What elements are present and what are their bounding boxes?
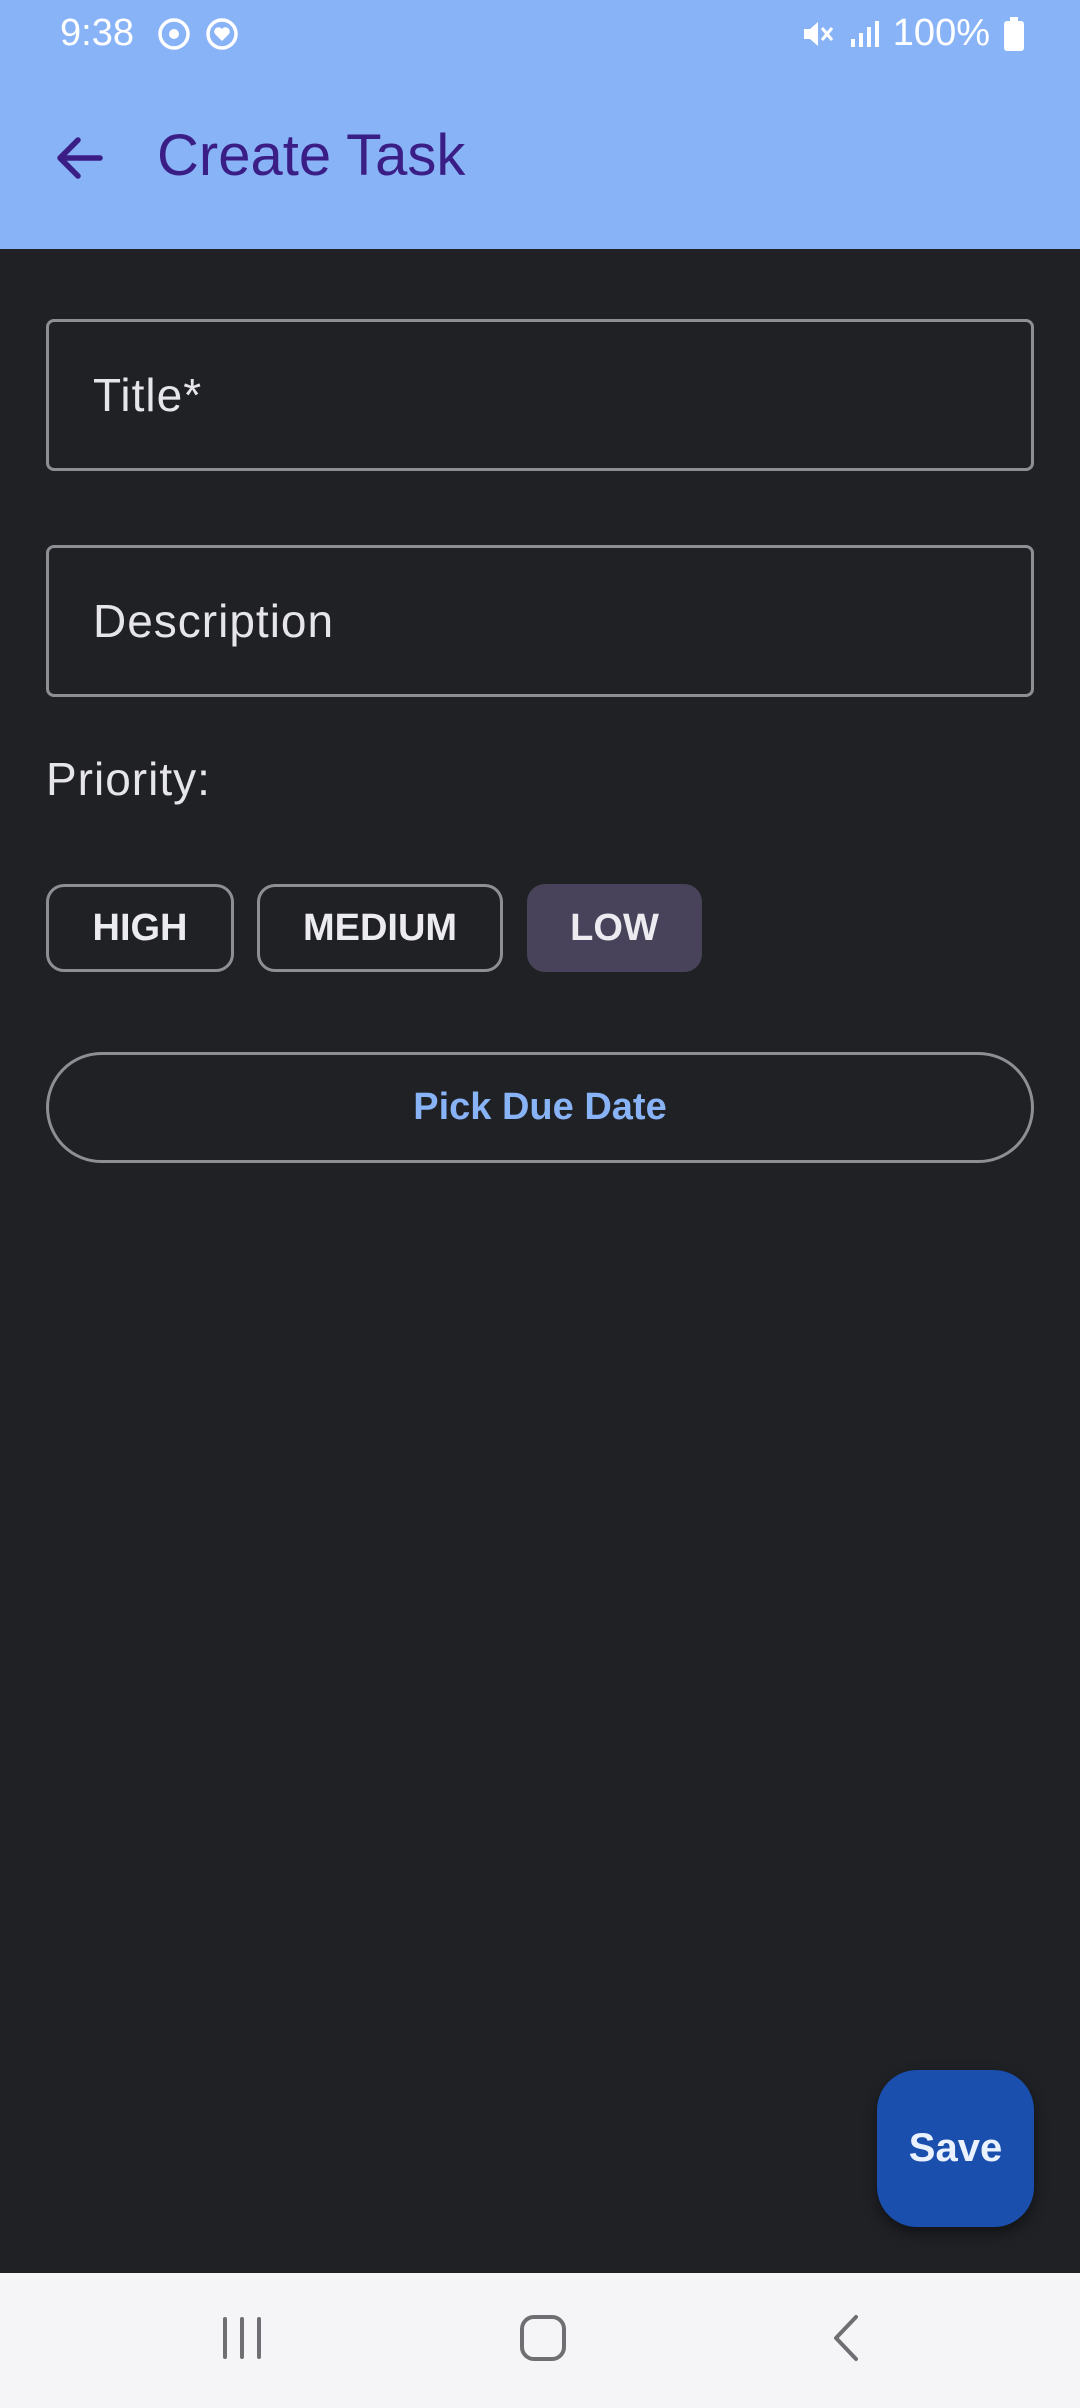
- app-bar: Create Task: [0, 70, 1080, 249]
- system-nav-bar: [0, 2273, 1080, 2408]
- title-field[interactable]: [46, 319, 1034, 471]
- recents-icon: [217, 2313, 267, 2368]
- save-button[interactable]: Save: [877, 2070, 1034, 2227]
- page-title: Create Task: [157, 123, 466, 188]
- nav-back-button[interactable]: [757, 2273, 937, 2408]
- priority-chip-medium[interactable]: MEDIUM: [257, 884, 503, 972]
- back-icon: [822, 2313, 872, 2368]
- arrow-back-icon: [52, 130, 108, 191]
- priority-chip-high[interactable]: HIGH: [46, 884, 234, 972]
- signal-icon: [849, 19, 879, 49]
- sync-icon: [156, 16, 192, 62]
- pick-due-date-button[interactable]: Pick Due Date: [46, 1052, 1034, 1163]
- header: 9:38 100% Create Task: [0, 0, 1080, 249]
- pick-due-date-label: Pick Due Date: [413, 1086, 667, 1128]
- mute-icon: [801, 17, 835, 51]
- save-button-label: Save: [908, 2126, 1003, 2170]
- description-field[interactable]: [46, 545, 1034, 697]
- status-time: 9:38: [60, 12, 134, 54]
- description-input[interactable]: [49, 548, 1031, 694]
- back-button[interactable]: [40, 120, 120, 200]
- priority-chip-low[interactable]: LOW: [527, 884, 702, 972]
- priority-chip-label: LOW: [570, 906, 659, 949]
- status-bar: 9:38 100%: [0, 0, 1080, 70]
- priority-chip-label: HIGH: [92, 906, 188, 949]
- battery-text: 100%: [892, 12, 990, 54]
- home-icon: [518, 2313, 568, 2368]
- priority-label: Priority:: [46, 753, 211, 805]
- recents-button[interactable]: [152, 2273, 332, 2408]
- status-left-icons: [156, 16, 240, 62]
- home-button[interactable]: [453, 2273, 633, 2408]
- priority-chip-label: MEDIUM: [302, 906, 458, 949]
- battery-icon: [1004, 16, 1024, 51]
- title-input[interactable]: [49, 322, 1031, 468]
- status-right: 100%: [801, 12, 1024, 55]
- heart-icon: [204, 16, 240, 62]
